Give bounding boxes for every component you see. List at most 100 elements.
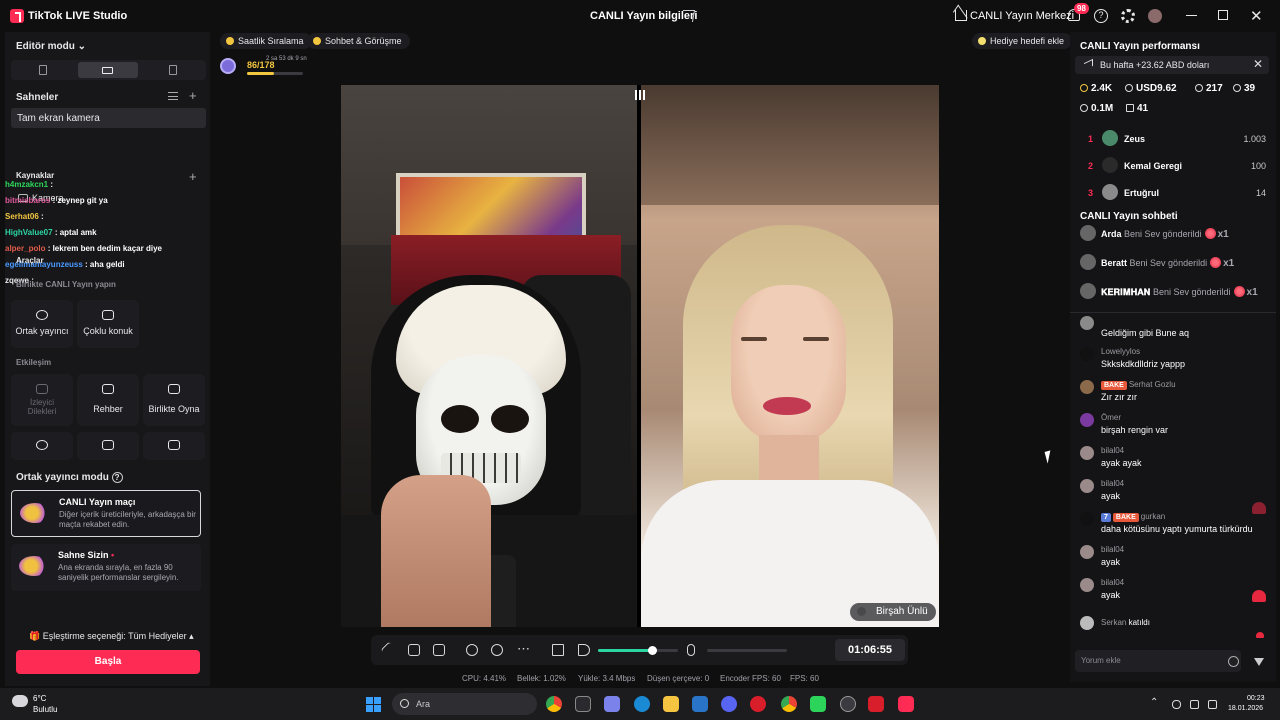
interaction-title: Etkileşim xyxy=(16,358,52,367)
volume-tray-icon[interactable] xyxy=(1208,700,1217,709)
diamond-icon xyxy=(1080,84,1088,92)
level-bar xyxy=(247,72,303,75)
live-center-button[interactable]: CANLI Yayın Merkezi xyxy=(970,10,1074,22)
edge-icon[interactable] xyxy=(634,696,650,712)
tab-landscape[interactable] xyxy=(78,62,138,78)
ranking-row[interactable]: 1 Zeus 1.003 xyxy=(1080,130,1266,148)
chrome-profile-icon[interactable] xyxy=(781,696,797,712)
heart-icon xyxy=(1080,104,1088,112)
add-source-icon[interactable] xyxy=(408,644,420,656)
clock-time[interactable]: 00:23 xyxy=(1247,695,1265,702)
caret-up-icon: ▴ xyxy=(189,631,194,641)
live-match-card[interactable]: CANLI Yayın maçı Diğer içerik üreticiler… xyxy=(11,490,201,537)
layout-toggle-icon[interactable] xyxy=(635,90,645,100)
editor-mode-dropdown[interactable]: Editör modu ⌄ xyxy=(16,41,86,52)
gear-icon[interactable] xyxy=(1121,9,1135,23)
poll-button[interactable] xyxy=(77,432,139,460)
stat-upload: Yükle: 3.4 Mbps xyxy=(578,674,636,683)
avatar[interactable] xyxy=(1148,9,1162,23)
share-icon[interactable] xyxy=(680,10,696,22)
maximize-icon[interactable] xyxy=(1218,10,1228,20)
home-icon[interactable] xyxy=(955,10,967,21)
windows-start-icon[interactable] xyxy=(366,697,381,712)
window-icon[interactable] xyxy=(575,696,591,712)
clock-date[interactable]: 18.01.2026 xyxy=(1228,705,1263,712)
weather-desc: Bulutlu xyxy=(33,705,58,714)
volume-slider[interactable] xyxy=(598,646,678,655)
stage-card[interactable]: Sahne Sizin • Ana ekranda sırayla, en fa… xyxy=(11,544,201,591)
ranking-row[interactable]: 3 Ertuğrul 14 xyxy=(1080,184,1266,202)
start-button[interactable]: Başla xyxy=(16,650,200,674)
tab-dual[interactable] xyxy=(143,62,203,78)
add-user-icon xyxy=(1233,84,1241,92)
mic-tray-icon[interactable] xyxy=(1172,700,1181,709)
viewer-requests-button[interactable]: İzleyici Dilekleri xyxy=(11,374,73,426)
youtube-icon[interactable] xyxy=(868,696,884,712)
scene-item[interactable]: Tam ekran kamera xyxy=(11,108,206,128)
chat-call-pill[interactable]: Sohbet & Görüşme xyxy=(307,33,410,49)
stat-cpu: CPU: 4.41% xyxy=(462,674,507,683)
tab-portrait[interactable] xyxy=(13,62,73,78)
emoji-icon[interactable] xyxy=(1228,656,1239,667)
comment-input[interactable]: Yorum ekle xyxy=(1075,650,1241,672)
help-icon[interactable]: ? xyxy=(1094,9,1108,23)
pairing-option[interactable]: 🎁 Eşleştirme seçeneği: Tüm Hediyeler ▴ xyxy=(29,631,194,642)
wifi-icon[interactable] xyxy=(1190,700,1199,709)
gift-icon xyxy=(1126,104,1134,112)
gift-goal-pill[interactable]: Hediye hedefi ekle xyxy=(972,33,1073,49)
close-icon[interactable]: ✕ xyxy=(1253,57,1263,71)
avatar xyxy=(1102,130,1118,146)
rose-icon xyxy=(1233,286,1245,297)
teams-icon[interactable] xyxy=(604,696,620,712)
avatar xyxy=(1080,254,1096,270)
multi-guest-button[interactable]: Çoklu konuk xyxy=(77,300,139,348)
sticker-button[interactable] xyxy=(11,432,73,460)
list-icon[interactable] xyxy=(168,92,178,100)
mic-slider[interactable] xyxy=(707,649,787,652)
cohost-button[interactable]: Ortak yayıncı xyxy=(11,300,73,348)
volume-knob[interactable] xyxy=(648,646,658,655)
tools-title: Araçlar xyxy=(16,256,44,265)
request-icon xyxy=(36,384,48,394)
cloud-icon[interactable] xyxy=(12,695,28,707)
obs-icon[interactable] xyxy=(840,696,856,712)
tiktok-studio-icon[interactable] xyxy=(898,696,914,712)
folder-icon[interactable] xyxy=(663,696,679,712)
replay-icon[interactable] xyxy=(491,644,503,656)
guest-label[interactable]: Birşah Ünlü xyxy=(850,603,936,621)
stream-controls: ⋯ 01:06:55 xyxy=(371,635,908,665)
minimize-icon[interactable] xyxy=(1186,15,1197,16)
record-icon[interactable] xyxy=(466,644,478,656)
box-button[interactable] xyxy=(143,432,205,460)
sources-title: Kaynaklar xyxy=(16,171,55,180)
rank-name: Kemal Geregi xyxy=(1124,161,1183,171)
chrome-icon[interactable] xyxy=(546,696,562,712)
avatar xyxy=(1080,413,1094,427)
play-together-button[interactable]: Birlikte Oyna xyxy=(143,374,205,426)
screen-icon[interactable] xyxy=(433,644,445,656)
app-icon[interactable] xyxy=(810,696,826,712)
volume-icon[interactable] xyxy=(578,644,590,656)
right-panel: CANLI Yayın performansı Bu hafta +23.62 … xyxy=(1070,32,1276,682)
ranking-row[interactable]: 2 Kemal Geregi 100 xyxy=(1080,157,1266,175)
taskbar-search[interactable]: Ara xyxy=(392,693,537,715)
filter-icon[interactable] xyxy=(1254,658,1264,666)
guide-button[interactable]: Rehber xyxy=(77,374,139,426)
close-icon[interactable]: ✕ xyxy=(1250,7,1263,25)
opera-icon[interactable] xyxy=(750,696,766,712)
info-icon[interactable]: ? xyxy=(111,472,123,483)
hourly-ranking-pill[interactable]: Saatlik Sıralama xyxy=(220,33,312,49)
add-scene-icon[interactable]: + xyxy=(189,88,197,103)
magic-wand-icon[interactable] xyxy=(380,641,398,659)
outlook-icon[interactable] xyxy=(692,696,708,712)
chevron-up-icon[interactable]: ⌃ xyxy=(1150,697,1158,708)
avatar xyxy=(1102,157,1118,173)
mic-icon[interactable] xyxy=(687,644,695,656)
earnings-banner: Bu hafta +23.62 ABD doları ✕ xyxy=(1075,56,1269,74)
poll-icon xyxy=(102,440,114,450)
add-source-icon[interactable]: + xyxy=(189,169,197,184)
more-icon[interactable]: ⋯ xyxy=(517,641,530,657)
sliders-icon[interactable] xyxy=(552,644,564,656)
guest-video xyxy=(641,85,939,627)
discord-icon[interactable] xyxy=(721,696,737,712)
